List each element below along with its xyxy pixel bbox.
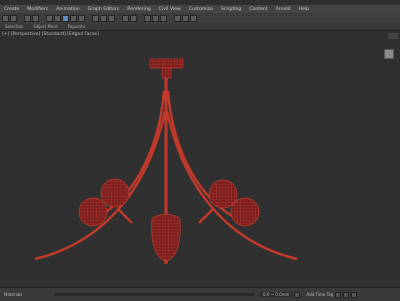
ceiling-canopy	[149, 58, 184, 69]
tab-selection[interactable]: Selection	[0, 24, 28, 29]
time-slider[interactable]	[54, 293, 254, 296]
angle-snap-icon[interactable]	[100, 14, 107, 22]
select-scale-icon[interactable]	[78, 14, 85, 22]
zoom-icon[interactable]	[351, 291, 358, 298]
snap-icon[interactable]	[92, 14, 99, 22]
bowl-tip	[164, 260, 168, 264]
globe-left-lower	[78, 197, 108, 227]
align-icon[interactable]	[130, 14, 137, 22]
select-by-name-icon[interactable]	[54, 14, 61, 22]
globe-right-lower	[230, 197, 260, 227]
mirror-icon[interactable]	[122, 14, 129, 22]
menu-scripting[interactable]: Scripting	[217, 7, 245, 12]
menu-content[interactable]: Content	[245, 7, 271, 12]
key-icon[interactable]	[335, 291, 342, 298]
menu-civil-view[interactable]: Civil View	[155, 7, 185, 12]
percent-snap-icon[interactable]	[108, 14, 115, 22]
material-editor-icon[interactable]	[160, 14, 167, 22]
menu-animation[interactable]: Animation	[52, 7, 83, 12]
menu-help[interactable]: Help	[295, 7, 313, 12]
play-icon[interactable]	[343, 291, 350, 298]
globe-right-upper	[208, 179, 238, 209]
menu-modifiers[interactable]: Modifiers	[23, 7, 52, 12]
status-left-label: Materials	[4, 292, 23, 297]
globe-left-upper	[100, 178, 130, 208]
select-move-icon[interactable]	[62, 14, 69, 22]
menu-create[interactable]: Create	[0, 7, 23, 12]
render-setup-icon[interactable]	[174, 14, 181, 22]
menu-customize[interactable]: Customize	[185, 7, 217, 12]
menu-rendering[interactable]: Rendering	[123, 7, 154, 12]
link-icon[interactable]	[24, 14, 31, 22]
render-frame-icon[interactable]	[182, 14, 189, 22]
chandelier-model[interactable]	[0, 31, 400, 288]
redo-icon[interactable]	[10, 14, 17, 22]
globe-arm-right	[198, 208, 214, 224]
main-toolbar	[0, 13, 400, 23]
scene-explorer-icon[interactable]	[144, 14, 151, 22]
undo-icon[interactable]	[2, 14, 9, 22]
select-rotate-icon[interactable]	[70, 14, 77, 22]
unlink-icon[interactable]	[32, 14, 39, 22]
bottom-bowl	[151, 214, 181, 262]
perspective-viewport[interactable]: [+] [Perspective] [Standard] [Edged Face…	[0, 30, 400, 288]
render-icon[interactable]	[190, 14, 197, 22]
arm-outer-left	[34, 110, 167, 261]
ribbon-tabs: Selection Object Paint Populate	[0, 23, 400, 30]
curve-editor-icon[interactable]	[152, 14, 159, 22]
status-bar: Materials 0.0 ~ 0.0mm Add Time Tag	[0, 287, 400, 301]
canopy-neck	[161, 67, 172, 79]
time-tag[interactable]: Add Time Tag	[306, 292, 333, 297]
tab-object-paint[interactable]: Object Paint	[28, 24, 62, 29]
menu-bar: Create Modifiers Animation Graph Editors…	[0, 5, 400, 13]
tab-populate[interactable]: Populate	[63, 24, 90, 29]
grid-icon[interactable]	[294, 291, 301, 298]
globe-arm-left	[117, 208, 133, 224]
menu-graph-editors[interactable]: Graph Editors	[84, 7, 124, 12]
menu-arnold[interactable]: Arnold	[272, 7, 295, 12]
select-icon[interactable]	[46, 14, 53, 22]
coord-field[interactable]: 0.0 ~ 0.0mm	[260, 292, 293, 297]
